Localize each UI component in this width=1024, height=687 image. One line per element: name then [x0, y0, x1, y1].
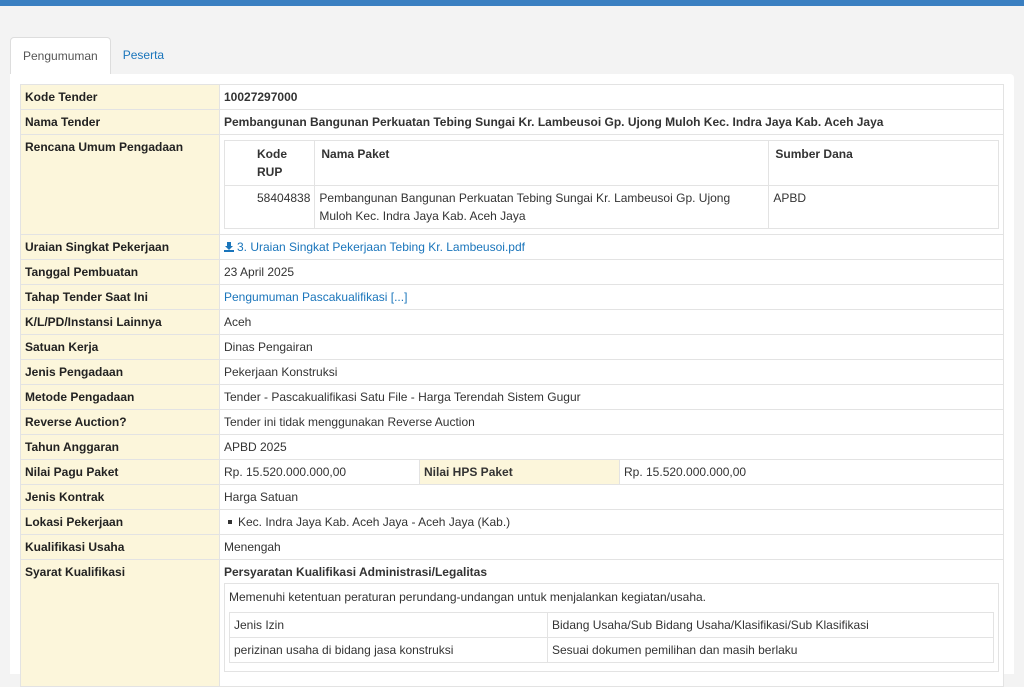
label-tanggal: Tanggal Pembuatan — [20, 259, 220, 285]
label-rup: Rencana Umum Pengadaan — [20, 134, 220, 235]
label-satker: Satuan Kerja — [20, 334, 220, 360]
value-kualifikasi-usaha: Menengah — [219, 534, 1004, 560]
syarat-heading: Persyaratan Kualifikasi Administrasi/Leg… — [224, 565, 487, 579]
value-tanggal: 23 April 2025 — [219, 259, 1004, 285]
row-tanggal: Tanggal Pembuatan 23 April 2025 — [20, 259, 1004, 285]
row-tahun: Tahun Anggaran APBD 2025 — [20, 434, 1004, 460]
bullet-icon — [228, 519, 232, 524]
row-reverse: Reverse Auction? Tender ini tidak menggu… — [20, 409, 1004, 435]
label-jenis-pengadaan: Jenis Pengadaan — [20, 359, 220, 385]
tab-pengumuman[interactable]: Pengumuman — [10, 37, 111, 75]
uraian-download-link[interactable]: 3. Uraian Singkat Pekerjaan Tebing Kr. L… — [224, 240, 525, 254]
value-nama-tender: Pembangunan Bangunan Perkuatan Tebing Su… — [219, 109, 1004, 135]
izin-header-jenis: Jenis Izin — [229, 612, 548, 638]
value-uraian: 3. Uraian Singkat Pekerjaan Tebing Kr. L… — [219, 234, 1004, 260]
label-metode: Metode Pengadaan — [20, 384, 220, 410]
row-kode-tender: Kode Tender 10027297000 — [20, 84, 1004, 110]
row-rup: Rencana Umum Pengadaan Kode RUP Nama Pak… — [20, 134, 1004, 235]
row-klpd: K/L/PD/Instansi Lainnya Aceh — [20, 309, 1004, 335]
label-hps: Nilai HPS Paket — [419, 459, 620, 485]
value-hps: Rp. 15.520.000.000,00 — [619, 459, 1004, 485]
row-pagu: Nilai Pagu Paket Rp. 15.520.000.000,00 N… — [20, 459, 1004, 485]
label-kode-tender: Kode Tender — [20, 84, 220, 110]
label-lokasi: Lokasi Pekerjaan — [20, 509, 220, 535]
label-pagu: Nilai Pagu Paket — [20, 459, 220, 485]
label-kontrak: Jenis Kontrak — [20, 484, 220, 510]
value-satker: Dinas Pengairan — [219, 334, 1004, 360]
value-jenis-pengadaan: Pekerjaan Konstruksi — [219, 359, 1004, 385]
value-pagu: Rp. 15.520.000.000,00 — [219, 459, 420, 485]
label-kualifikasi-usaha: Kualifikasi Usaha — [20, 534, 220, 560]
rup-sumber-dana: APBD — [768, 185, 999, 229]
tab-bar: Pengumuman Peserta — [10, 37, 176, 75]
rup-header-nama: Nama Paket — [314, 140, 770, 186]
value-metode: Tender - Pascakualifikasi Satu File - Ha… — [219, 384, 1004, 410]
row-tahap: Tahap Tender Saat Ini Pengumuman Pascaku… — [20, 284, 1004, 310]
rup-kode: 58404838 — [223, 185, 316, 229]
tab-peserta[interactable]: Peserta — [111, 37, 176, 75]
value-lokasi: Kec. Indra Jaya Kab. Aceh Jaya - Aceh Ja… — [219, 509, 1004, 535]
announcement-panel: Kode Tender 10027297000 Nama Tender Pemb… — [10, 74, 1014, 687]
value-kode-tender: 10027297000 — [219, 84, 1004, 110]
value-syarat: Persyaratan Kualifikasi Administrasi/Leg… — [219, 559, 1004, 687]
row-syarat: Syarat Kualifikasi Persyaratan Kualifika… — [20, 559, 1004, 687]
rup-nama-paket: Pembangunan Bangunan Perkuatan Tebing Su… — [314, 185, 770, 229]
rup-header-sumber: Sumber Dana — [768, 140, 999, 186]
izin-table: Jenis Izin Bidang Usaha/Sub Bidang Usaha… — [229, 612, 994, 663]
row-nama-tender: Nama Tender Pembangunan Bangunan Perkuat… — [20, 109, 1004, 135]
rup-row: 58404838 Pembangunan Bangunan Perkuatan … — [223, 185, 999, 229]
tender-detail-table: Kode Tender 10027297000 Nama Tender Pemb… — [20, 84, 1004, 687]
row-jenis-pengadaan: Jenis Pengadaan Pekerjaan Konstruksi — [20, 359, 1004, 385]
label-reverse: Reverse Auction? — [20, 409, 220, 435]
download-icon — [224, 242, 234, 252]
izin-row: perizinan usaha di bidang jasa konstruks… — [229, 637, 994, 663]
row-kualifikasi-usaha: Kualifikasi Usaha Menengah — [20, 534, 1004, 560]
label-tahap: Tahap Tender Saat Ini — [20, 284, 220, 310]
value-tahap: Pengumuman Pascakualifikasi [...] — [219, 284, 1004, 310]
label-tahun: Tahun Anggaran — [20, 434, 220, 460]
syarat-box: Memenuhi ketentuan peraturan perundang-u… — [224, 583, 999, 672]
izin-header-bidang: Bidang Usaha/Sub Bidang Usaha/Klasifikas… — [547, 612, 994, 638]
izin-bidang: Sesuai dokumen pemilihan dan masih berla… — [547, 637, 994, 663]
tahap-link[interactable]: Pengumuman Pascakualifikasi [...] — [224, 290, 407, 304]
value-reverse: Tender ini tidak menggunakan Reverse Auc… — [219, 409, 1004, 435]
label-syarat: Syarat Kualifikasi — [20, 559, 220, 687]
rup-header-kode: Kode RUP — [223, 140, 316, 186]
top-bar — [0, 0, 1024, 6]
row-uraian: Uraian Singkat Pekerjaan 3. Uraian Singk… — [20, 234, 1004, 260]
row-satker: Satuan Kerja Dinas Pengairan — [20, 334, 1004, 360]
label-nama-tender: Nama Tender — [20, 109, 220, 135]
izin-jenis: perizinan usaha di bidang jasa konstruks… — [229, 637, 548, 663]
row-metode: Metode Pengadaan Tender - Pascakualifika… — [20, 384, 1004, 410]
row-kontrak: Jenis Kontrak Harga Satuan — [20, 484, 1004, 510]
value-klpd: Aceh — [219, 309, 1004, 335]
label-klpd: K/L/PD/Instansi Lainnya — [20, 309, 220, 335]
value-rup: Kode RUP Nama Paket Sumber Dana 58404838… — [219, 134, 1004, 235]
rup-table: Kode RUP Nama Paket Sumber Dana 58404838… — [223, 140, 999, 229]
syarat-text: Memenuhi ketentuan peraturan perundang-u… — [229, 590, 707, 604]
value-tahun: APBD 2025 — [219, 434, 1004, 460]
row-lokasi: Lokasi Pekerjaan Kec. Indra Jaya Kab. Ac… — [20, 509, 1004, 535]
value-kontrak: Harga Satuan — [219, 484, 1004, 510]
label-uraian: Uraian Singkat Pekerjaan — [20, 234, 220, 260]
